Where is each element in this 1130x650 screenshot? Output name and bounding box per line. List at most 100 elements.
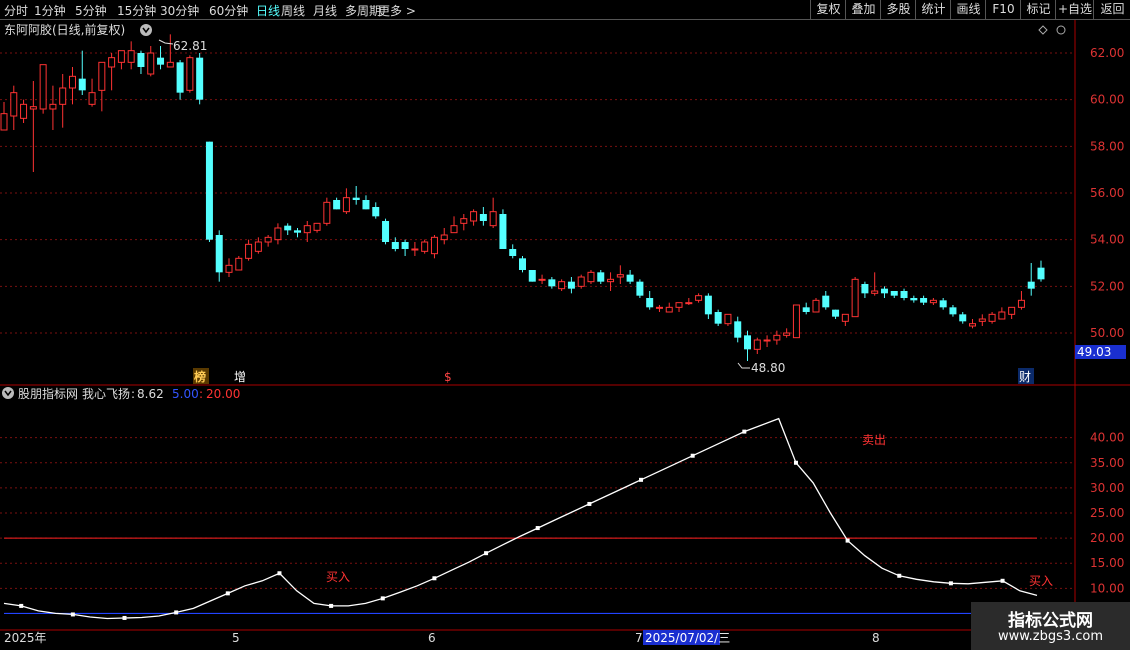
candle-body <box>499 214 507 249</box>
candle-body <box>147 52 155 75</box>
candle-body <box>108 57 116 68</box>
indicator-point <box>948 581 953 586</box>
candle-body <box>450 225 458 234</box>
toolbar-button-7[interactable]: +自选 <box>1055 0 1094 19</box>
candle-body <box>548 279 556 287</box>
candle-body <box>607 278 615 283</box>
marker-zeng[interactable]: 增 <box>234 370 246 384</box>
candle-body <box>832 309 840 317</box>
candle-body <box>78 78 86 91</box>
candle-body <box>440 234 448 241</box>
candle-body <box>812 299 820 313</box>
period-tab-6[interactable]: 日线 <box>256 2 280 19</box>
candle-body <box>98 61 106 91</box>
watermark-url: www.zbgs3.com <box>997 629 1104 644</box>
candle-body <box>372 207 380 217</box>
marker-cai[interactable]: 财 <box>1019 370 1031 384</box>
indicator-point <box>742 429 747 434</box>
indicator-y-tick: 30.00 <box>1090 481 1124 495</box>
indicator-colon: : <box>131 387 135 401</box>
period-toolbar: 分时 1分钟 5分钟 15分钟 30分钟 60分钟 日线 周线 月线 多周期 更多 > 复权 叠加 多股统… <box>0 0 1130 20</box>
candle-body <box>558 281 566 290</box>
candle-body <box>127 50 135 63</box>
toolbar-button-8[interactable]: 返回 <box>1093 0 1130 19</box>
title-dropdown-icon[interactable] <box>140 24 152 36</box>
main-y-tick: 60.00 <box>1090 93 1124 107</box>
x-label-jul: 7 <box>635 631 643 645</box>
candle-body <box>274 227 282 241</box>
candle-body <box>675 302 683 308</box>
toolbar-button-4[interactable]: 画线 <box>950 0 986 19</box>
period-tab-1[interactable]: 1分钟 <box>34 2 66 19</box>
candle-body <box>411 248 419 251</box>
candle-body <box>59 87 67 105</box>
candle-body <box>519 258 526 270</box>
marker-bang[interactable]: 榜 <box>194 369 206 384</box>
watermark-title: 指标公式网 <box>1008 611 1093 631</box>
candle-body <box>264 236 272 243</box>
candle-body <box>313 222 321 231</box>
candle-body <box>245 243 253 259</box>
marker-dollar[interactable]: $ <box>444 370 452 384</box>
candle-body <box>401 242 409 249</box>
candle-body <box>382 221 390 242</box>
candle-body <box>176 62 184 93</box>
candle-body <box>959 314 967 322</box>
candle-body <box>362 200 370 210</box>
cursor-date: 2025/07/02/三 <box>645 631 730 645</box>
candle-body <box>235 257 243 271</box>
indicator-point <box>535 526 540 531</box>
main-y-tick: 54.00 <box>1090 233 1124 247</box>
candle-body <box>636 281 644 296</box>
toolbar-button-3[interactable]: 统计 <box>915 0 951 19</box>
low-pointer <box>737 362 750 369</box>
candle-body <box>39 64 47 110</box>
diamond-icon[interactable] <box>1038 25 1048 35</box>
indicator-dropdown-icon[interactable] <box>2 387 14 399</box>
period-tab-5[interactable]: 60分钟 <box>209 2 248 19</box>
candle-body <box>489 211 497 227</box>
period-tab-0[interactable]: 分时 <box>4 2 28 19</box>
candle-body <box>695 295 703 301</box>
settings-circle-icon[interactable] <box>1056 25 1066 35</box>
indicator-param1: 5.00 <box>172 387 199 401</box>
period-tab-9[interactable]: 多周期 <box>345 2 381 19</box>
candle-body <box>1027 281 1035 289</box>
toolbar-button-0[interactable]: 复权 <box>810 0 846 19</box>
indicator-point <box>690 453 695 458</box>
toolbar-button-2[interactable]: 多股 <box>880 0 916 19</box>
period-tab-8[interactable]: 月线 <box>313 2 337 19</box>
candle-body <box>724 313 732 325</box>
stock-chart: 62.00 60.00 58.00 56.00 54.00 52.00 50.00 40.0… <box>0 20 1130 645</box>
period-tab-10[interactable]: 更多 > <box>378 2 416 19</box>
toolbar-button-6[interactable]: 标记 <box>1020 0 1056 19</box>
indicator-y-tick: 15.00 <box>1090 556 1124 570</box>
period-tab-7[interactable]: 周线 <box>281 2 305 19</box>
candle-body <box>10 92 18 117</box>
candle-body <box>137 53 145 67</box>
period-tab-4[interactable]: 30分钟 <box>160 2 199 19</box>
toolbar-button-1[interactable]: 叠加 <box>845 0 881 19</box>
toolbar-button-5[interactable]: F10 <box>985 0 1021 19</box>
period-tab-3[interactable]: 15分钟 <box>117 2 156 19</box>
indicator-point <box>70 612 75 617</box>
watermark: 指标公式网 www.zbgs3.com <box>971 602 1130 650</box>
x-label-may: 5 <box>232 631 240 645</box>
candle-body <box>205 141 213 240</box>
period-tab-2[interactable]: 5分钟 <box>75 2 107 19</box>
candle-body <box>225 264 233 273</box>
candle-body <box>117 50 125 63</box>
candle-body <box>215 235 223 273</box>
candle-body <box>333 200 341 210</box>
candle-body <box>626 274 634 282</box>
candle-body <box>597 272 605 282</box>
candle-body <box>704 295 712 315</box>
candle-body <box>822 295 830 308</box>
candle-body <box>196 57 204 100</box>
candle-body <box>186 57 194 91</box>
main-y-tick: 52.00 <box>1090 279 1124 293</box>
candle-body <box>284 225 292 231</box>
candle-body <box>910 298 918 301</box>
indicator-y-tick: 20.00 <box>1090 531 1124 545</box>
indicator-point <box>380 596 385 601</box>
